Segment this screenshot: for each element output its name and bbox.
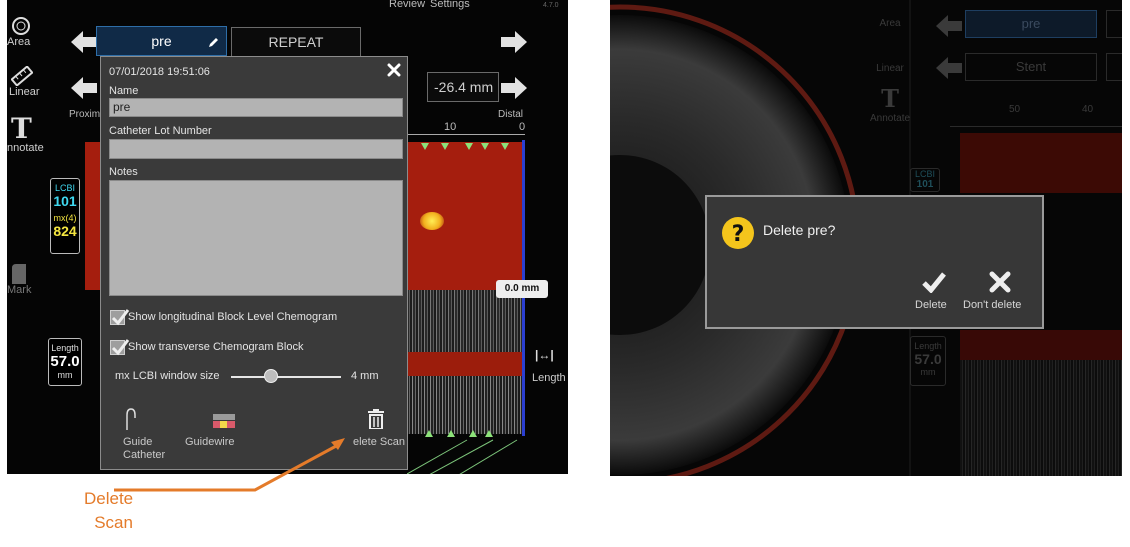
tab-stent-faded: Stent: [965, 53, 1097, 81]
lcbi-label-faded: LCBI: [914, 169, 935, 179]
tab-fourth-faded: [1106, 53, 1122, 81]
close-icon: [989, 271, 1011, 293]
delete-label: Delete: [915, 299, 947, 311]
callout-line-2: Scan: [94, 513, 133, 532]
callout-line-1: Delete: [84, 489, 134, 508]
arrow-left-icon: [936, 57, 962, 79]
tab-pre-faded: pre: [965, 10, 1097, 38]
tick-label-50: 50: [1009, 104, 1021, 115]
delete-button[interactable]: Delete: [907, 269, 961, 319]
delete-confirm-dialog: ? Delete pre? Delete Don't delete: [705, 195, 1044, 329]
lcbi-value-faded: 101: [916, 179, 934, 190]
question-icon: ?: [722, 217, 754, 249]
faded-toolbar: Area Linear T Annotate: [870, 0, 910, 160]
callout-arrow: [114, 438, 345, 492]
svg-text:?: ?: [732, 222, 745, 247]
tick-label-40: 40: [1082, 104, 1094, 115]
chemogram-faded: [960, 133, 1122, 193]
length-box-faded: Length 57.0 mm: [910, 336, 946, 386]
length-label-faded: Length: [914, 341, 942, 351]
longitudinal-faded: [960, 360, 1122, 476]
transverse-faded: [960, 330, 1122, 360]
linear-label-faded: Linear: [876, 63, 904, 74]
dont-delete-button[interactable]: Don't delete: [961, 269, 1041, 319]
delete-question: Delete pre?: [763, 222, 836, 238]
checkmark-icon: [922, 272, 946, 293]
length-value-faded: 57.0: [914, 351, 942, 367]
arrow-left-icon: [936, 15, 962, 37]
area-label-faded: Area: [879, 18, 901, 29]
text-t-icon: T: [881, 84, 899, 113]
dont-delete-label: Don't delete: [963, 299, 1022, 311]
annotate-label-faded: Annotate: [870, 113, 911, 124]
lcbi-box-faded: LCBI 101: [910, 168, 940, 192]
scale-axis-faded: [950, 126, 1122, 127]
delete-scan-callout: Delete Scan: [84, 487, 133, 535]
length-unit-faded: mm: [920, 367, 936, 377]
tab-second-faded: [1106, 10, 1122, 38]
